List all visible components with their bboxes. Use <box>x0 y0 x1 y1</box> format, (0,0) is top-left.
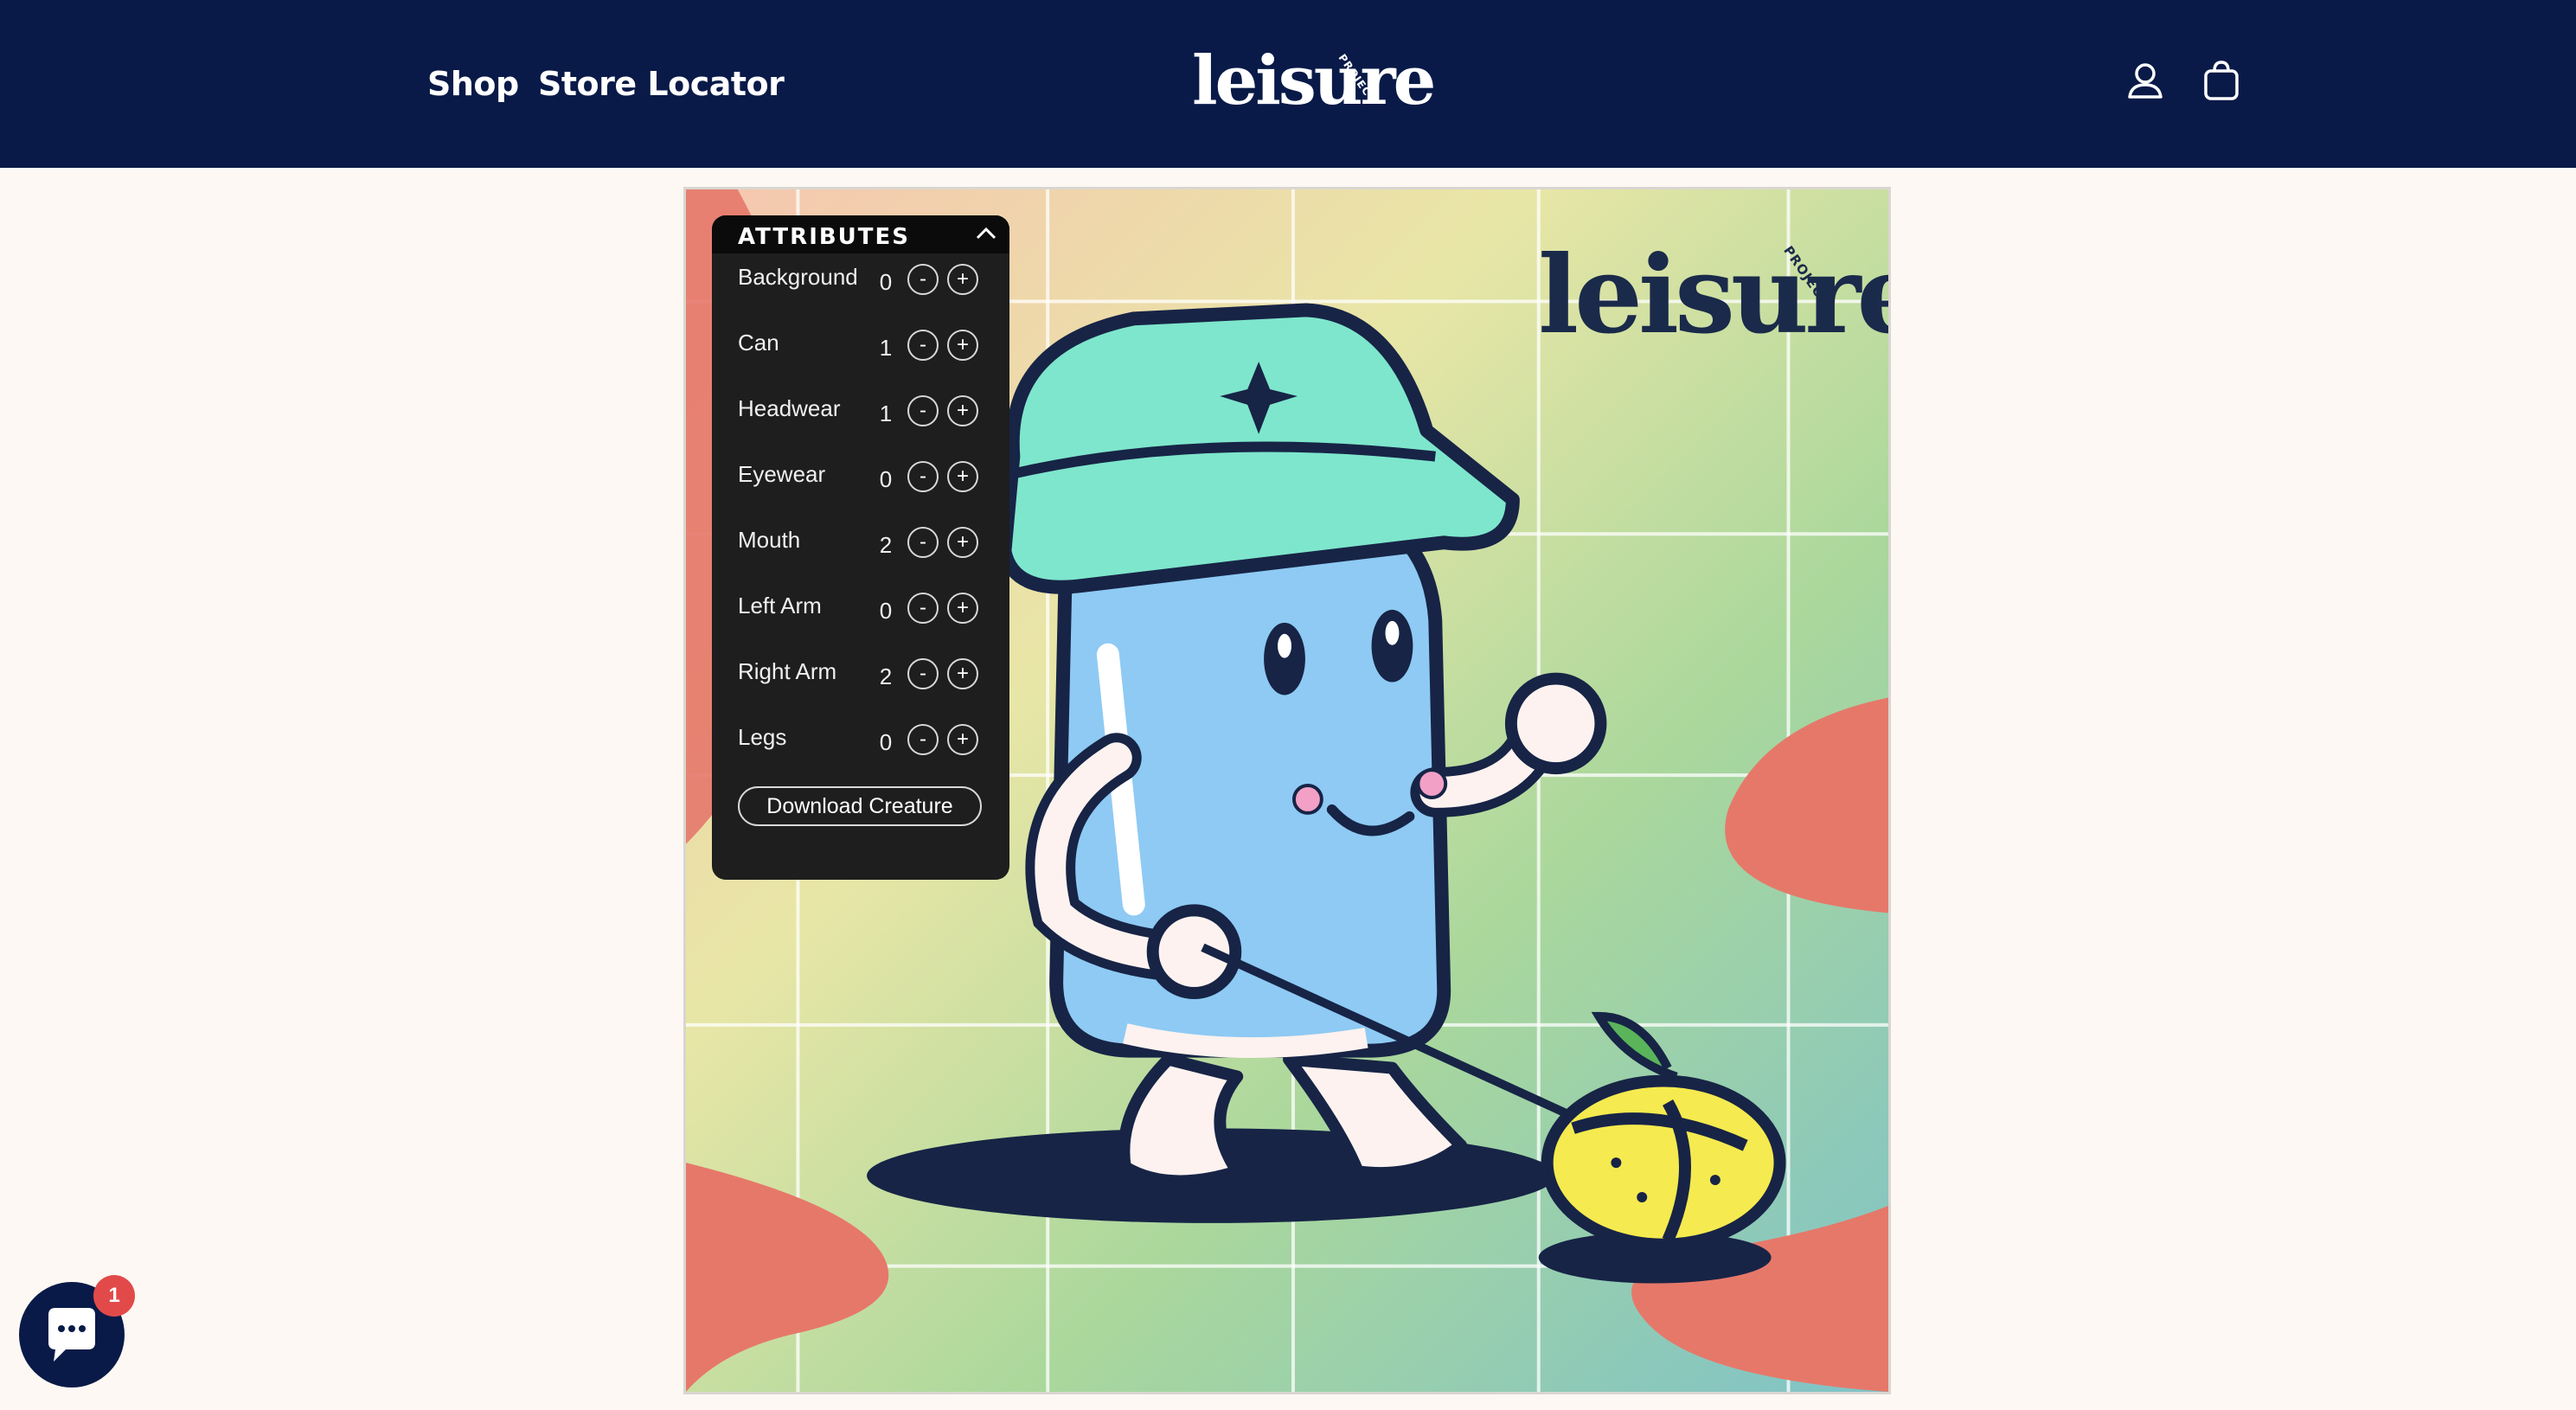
cart-icon[interactable] <box>2197 57 2246 106</box>
headwear-increment-button[interactable]: + <box>947 395 978 426</box>
account-icon[interactable] <box>2121 57 2169 106</box>
attribute-value: 2 <box>879 532 893 558</box>
headwear-decrement-button[interactable]: - <box>907 395 939 426</box>
mouth-decrement-button[interactable]: - <box>907 527 939 558</box>
attribute-row-eyewear: Eyewear 0- + <box>712 461 1009 513</box>
attribute-value: 1 <box>879 401 893 426</box>
attribute-value: 0 <box>879 598 893 624</box>
background-decrement-button[interactable]: - <box>907 264 939 295</box>
collapse-chevron-icon[interactable] <box>975 224 997 243</box>
attribute-label: Legs <box>738 724 787 750</box>
artwork-logo-text: leisure <box>1538 233 1891 358</box>
attribute-value: 0 <box>879 729 893 755</box>
logo-text: leisure <box>1192 42 1436 120</box>
right-arm-decrement-button[interactable]: - <box>907 658 939 689</box>
can-decrement-button[interactable]: - <box>907 330 939 361</box>
attribute-row-legs: Legs 0- + <box>712 724 1009 776</box>
attribute-label: Background <box>738 264 858 290</box>
left-arm-decrement-button[interactable]: - <box>907 593 939 624</box>
left-arm-increment-button[interactable]: + <box>947 593 978 624</box>
chat-unread-badge: 1 <box>93 1275 135 1317</box>
attribute-row-background: Background 0- + <box>712 264 1009 316</box>
background-increment-button[interactable]: + <box>947 264 978 295</box>
right-arm-increment-button[interactable]: + <box>947 658 978 689</box>
attribute-row-headwear: Headwear 1- + <box>712 395 1009 447</box>
legs-increment-button[interactable]: + <box>947 724 978 755</box>
attribute-label: Mouth <box>738 527 801 553</box>
can-increment-button[interactable]: + <box>947 330 978 361</box>
attribute-row-left-arm: Left Arm 0- + <box>712 593 1009 644</box>
eyewear-increment-button[interactable]: + <box>947 461 978 492</box>
attribute-row-mouth: Mouth 2- + <box>712 527 1009 579</box>
attribute-label: Can <box>738 330 779 356</box>
attribute-row-can: Can 1- + <box>712 330 1009 381</box>
mouth-increment-button[interactable]: + <box>947 527 978 558</box>
site-header: Shop Store Locator leisure PROJECT <box>0 0 2576 168</box>
attribute-label: Right Arm <box>738 658 837 684</box>
attribute-label: Left Arm <box>738 593 822 618</box>
attributes-panel: ATTRIBUTES Background 0- + Can 1- + Headwear 1-… <box>712 215 1009 880</box>
attribute-row-right-arm: Right Arm 2- + <box>712 658 1009 710</box>
legs-decrement-button[interactable]: - <box>907 724 939 755</box>
nav-store-locator-link[interactable]: Store Locator <box>538 65 785 103</box>
attribute-value: 2 <box>879 663 893 689</box>
attribute-value: 1 <box>879 335 893 361</box>
attribute-label: Eyewear <box>738 461 826 487</box>
nav-shop-link[interactable]: Shop <box>427 65 519 103</box>
attributes-title: ATTRIBUTES <box>738 224 911 250</box>
attribute-value: 0 <box>879 466 893 492</box>
eyewear-decrement-button[interactable]: - <box>907 461 939 492</box>
attribute-value: 0 <box>879 269 893 295</box>
attribute-label: Headwear <box>738 395 841 421</box>
download-creature-button[interactable]: Download Creature <box>738 786 982 826</box>
